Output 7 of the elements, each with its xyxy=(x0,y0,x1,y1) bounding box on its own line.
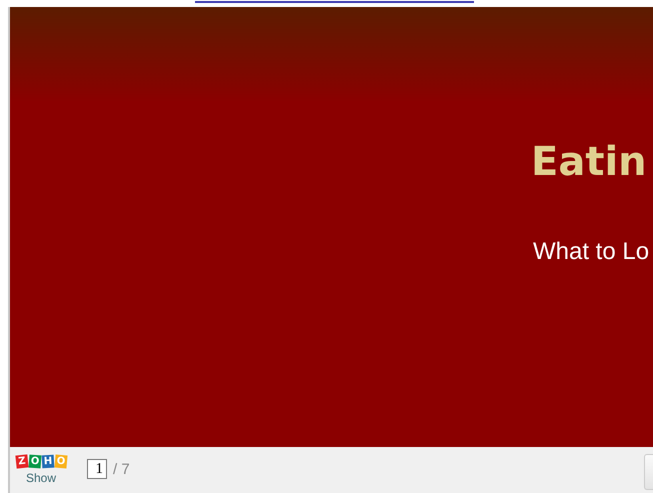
button[interactable] xyxy=(644,454,653,490)
slide-subtitle: What to Lo xyxy=(533,238,650,266)
logo-caption: Show xyxy=(26,471,56,485)
slide-title: Eatin xyxy=(531,139,647,185)
page-total: / 7 xyxy=(113,460,130,478)
page-number-field[interactable]: 1 xyxy=(87,459,107,479)
logo: Z O H O xyxy=(16,455,66,468)
